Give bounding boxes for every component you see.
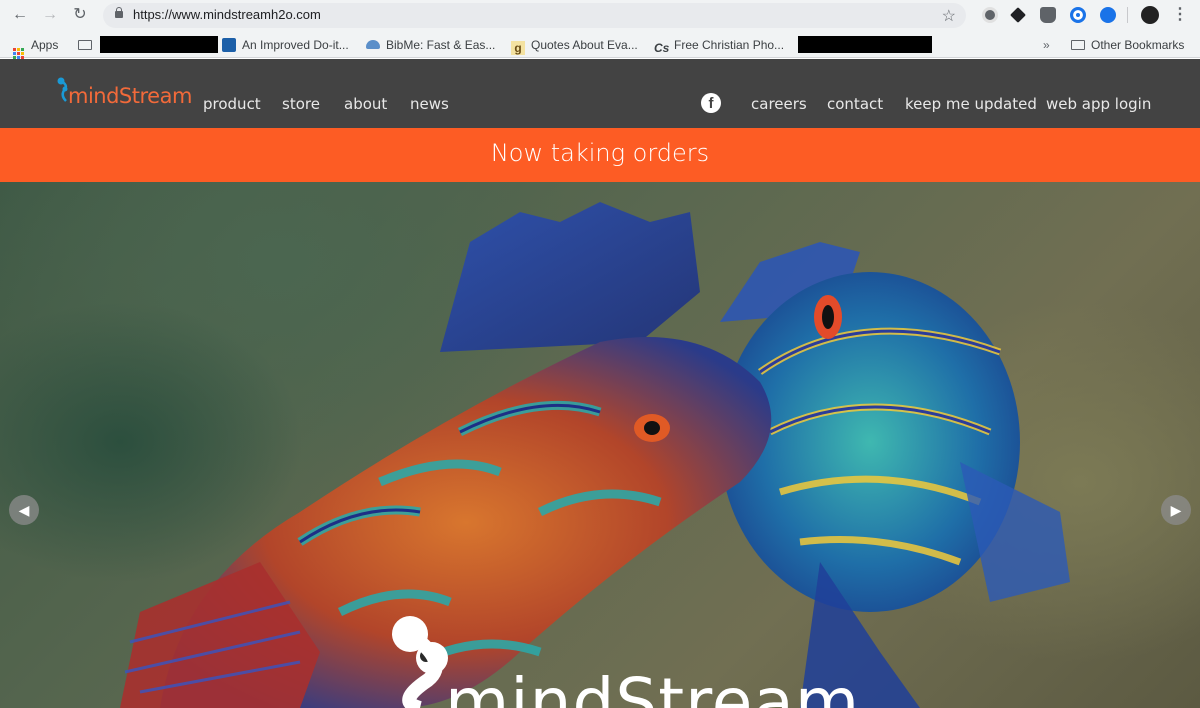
nav-keep-me-updated[interactable]: keep me updated — [905, 95, 1037, 113]
extension-icon[interactable] — [1040, 7, 1056, 23]
hero-carousel: mindStream ◀ ▶ — [0, 182, 1200, 708]
bibme-favicon-icon — [366, 40, 380, 49]
banner-text: Now taking orders — [490, 139, 710, 167]
site-favicon-icon — [222, 38, 236, 52]
url-text[interactable]: https://www.mindstreamh2o.com — [133, 7, 321, 22]
apps-grid-icon — [13, 48, 24, 59]
extension-icon[interactable] — [1070, 7, 1086, 23]
profile-avatar[interactable] — [1141, 6, 1159, 24]
bookmark-apps[interactable]: Apps — [13, 37, 58, 59]
extension-icon[interactable] — [1010, 7, 1026, 23]
nav-about[interactable]: about — [344, 95, 387, 113]
goodreads-favicon-icon: g — [511, 41, 525, 55]
hero-logo-text: mindStream — [445, 664, 861, 708]
star-icon[interactable]: ☆ — [942, 6, 956, 26]
extension-icon[interactable] — [1100, 7, 1116, 23]
folder-icon — [78, 40, 92, 50]
lock-icon — [115, 7, 123, 18]
announcement-banner[interactable]: Now taking orders — [0, 128, 1200, 182]
bookmark-quotes[interactable]: g Quotes About Eva... — [511, 37, 638, 55]
facebook-icon[interactable]: f — [701, 93, 721, 113]
nav-web-app-login[interactable]: web app login — [1046, 95, 1151, 113]
extension-icon[interactable] — [982, 7, 998, 23]
bookmark-bibme[interactable]: BibMe: Fast & Eas... — [366, 37, 495, 53]
redacted-bookmark — [100, 36, 218, 53]
forward-arrow-icon[interactable]: → — [40, 5, 60, 25]
redacted-bookmark — [798, 36, 932, 53]
nav-contact[interactable]: contact — [827, 95, 883, 113]
bookmarks-overflow[interactable]: » — [1043, 37, 1050, 53]
back-arrow-icon[interactable]: ← — [10, 5, 30, 25]
mandarin-fish-image — [120, 202, 1070, 708]
folder-icon — [1071, 40, 1085, 50]
carousel-next-icon[interactable]: ▶ — [1161, 495, 1191, 525]
bookmark-folder[interactable] — [78, 37, 98, 53]
nav-store[interactable]: store — [282, 95, 320, 113]
reload-icon[interactable]: ↻ — [70, 5, 90, 25]
carousel-prev-icon[interactable]: ◀ — [9, 495, 39, 525]
site-header: mindStream product store about news f ca… — [0, 59, 1200, 128]
bookmark-improved[interactable]: An Improved Do-it... — [222, 37, 349, 53]
nav-careers[interactable]: careers — [751, 95, 807, 113]
browser-toolbar: ← → ↻ https://www.mindstreamh2o.com ☆ ⋮ — [0, 0, 1200, 31]
nav-news[interactable]: news — [410, 95, 449, 113]
menu-icon[interactable]: ⋮ — [1170, 5, 1190, 25]
divider — [1127, 7, 1128, 23]
address-bar[interactable]: https://www.mindstreamh2o.com ☆ — [103, 3, 966, 28]
nav-product[interactable]: product — [203, 95, 261, 113]
logo-text: mindStream — [68, 84, 192, 108]
bookmark-other[interactable]: Other Bookmarks — [1071, 37, 1184, 53]
cs-favicon-icon: Cs — [654, 41, 670, 55]
bookmark-christian[interactable]: Cs Free Christian Pho... — [654, 37, 784, 55]
bookmarks-bar: Apps An Improved Do-it... BibMe: Fast & … — [0, 31, 1200, 59]
